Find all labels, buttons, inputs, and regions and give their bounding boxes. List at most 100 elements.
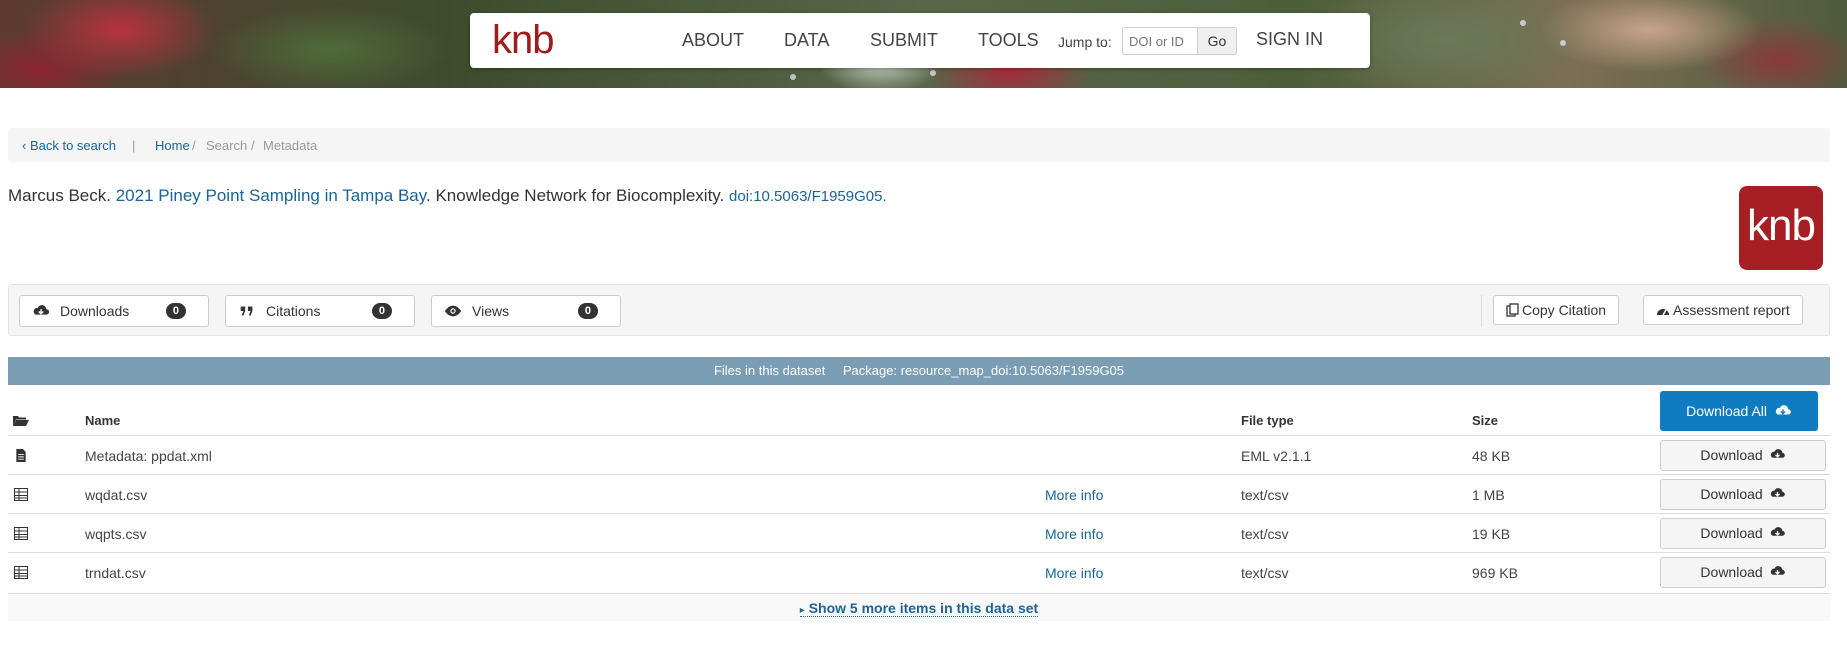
nav-about[interactable]: ABOUT [682,30,744,51]
download-label: Download [1700,564,1763,580]
table-icon [14,566,28,579]
download-label: Download [1700,447,1763,463]
file-name[interactable]: wqdat.csv [85,487,147,503]
copy-icon [1506,303,1519,317]
file-type: EML v2.1.1 [1241,448,1312,464]
views-label: Views [472,303,510,319]
breadcrumb-search[interactable]: Search [206,138,247,153]
citation-text: Marcus Beck. 2021 Piney Point Sampling i… [8,186,887,206]
banner-texture [790,74,796,80]
knb-badge-logo: knb [1739,186,1823,270]
table-row: wqdat.csv More info text/csv 1 MB Downlo… [8,474,1830,513]
file-name[interactable]: wqpts.csv [85,526,146,542]
caret-right-icon: ▸ [799,605,805,616]
column-header-name: Name [85,413,121,428]
dashboard-gauge-icon [1657,309,1669,316]
quote-icon [240,306,253,316]
copy-citation-label: Copy Citation [1522,302,1607,318]
banner-texture [1520,20,1526,26]
citations-label: Citations [266,303,321,319]
file-name[interactable]: trndat.csv [85,565,146,581]
toolbar-divider [1481,295,1482,327]
download-all-label: Download All [1686,403,1768,419]
nav-submit[interactable]: SUBMIT [870,30,938,51]
more-info-link[interactable]: More info [1045,487,1103,503]
folder-open-icon [13,416,29,426]
file-name[interactable]: Metadata: ppdat.xml [85,448,212,464]
cloud-download-icon [1770,449,1785,458]
breadcrumb-home[interactable]: Home [155,138,190,153]
cloud-download-icon [33,305,50,315]
file-size: 48 KB [1472,448,1511,464]
table-row: trndat.csv More info text/csv 969 KB Dow… [8,552,1830,591]
download-button[interactable]: Download [1660,479,1826,510]
cloud-download-icon [1775,405,1791,415]
knb-logo[interactable]: knb [492,18,554,63]
cloud-download-icon [1770,488,1785,497]
assessment-report-button[interactable]: Assessment report [1643,295,1803,325]
nav-tools[interactable]: TOOLS [978,30,1039,51]
show-more-label: Show 5 more items in this data set [808,600,1039,616]
breadcrumb-current: Metadata [263,138,318,153]
more-info-link[interactable]: More info [1045,565,1103,581]
table-icon [14,488,28,501]
assessment-report-label: Assessment report [1673,302,1790,318]
document-icon [16,449,26,462]
metrics-toolbar: Downloads 0 Citations 0 Views 0 Copy Cit… [8,284,1830,336]
citation-author: Marcus Beck. [8,186,111,205]
eye-icon [444,305,462,317]
file-size: 1 MB [1472,487,1505,503]
citation-publisher: . Knowledge Network for Biocomplexity. [426,186,725,205]
file-type: text/csv [1241,565,1289,581]
files-header-title: Files in this dataset [713,363,826,378]
download-button[interactable]: Download [1660,440,1826,471]
table-icon [14,527,28,540]
download-button[interactable]: Download [1660,518,1826,549]
breadcrumb: ‹ Back to search | Home / Search / Metad… [8,128,1830,162]
copy-citation-button[interactable]: Copy Citation [1493,295,1620,325]
views-count-badge: 0 [577,303,598,319]
cloud-download-icon [1770,566,1785,575]
table-row: wqpts.csv More info text/csv 19 KB Downl… [8,513,1830,552]
sign-in-link[interactable]: SIGN IN [1256,29,1323,50]
citation-period: . [882,188,887,205]
chevron-left-icon: ‹ [22,138,27,153]
column-header-size: Size [1472,413,1499,428]
back-to-search-label: Back to search [29,138,116,153]
nav-data[interactable]: DATA [784,30,829,51]
banner-texture [930,70,936,76]
citations-count-badge: 0 [371,303,392,319]
file-type: text/csv [1241,487,1289,503]
column-header-file-type: File type [1241,413,1294,428]
download-label: Download [1700,525,1763,541]
show-more-row: ▸ Show 5 more items in this data set [8,593,1830,621]
downloads-label: Downloads [60,303,130,319]
cloud-download-icon [1770,527,1785,536]
download-button[interactable]: Download [1660,557,1826,588]
downloads-count-badge: 0 [165,303,186,319]
top-navbar: knb ABOUT DATA SUBMIT TOOLS Jump to: Go … [470,13,1370,68]
breadcrumb-separator: | [132,138,136,153]
views-metric-button[interactable]: Views 0 [431,295,621,327]
download-all-button[interactable]: Download All [1660,391,1818,431]
citation-title-link[interactable]: 2021 Piney Point Sampling in Tampa Bay [116,186,426,205]
breadcrumb-slash: / [192,138,196,153]
file-size: 969 KB [1472,565,1518,581]
citations-metric-button[interactable]: Citations 0 [225,295,415,327]
back-to-search-link[interactable]: ‹ Back to search [22,138,116,153]
jump-to-input[interactable] [1122,27,1197,55]
more-info-link[interactable]: More info [1045,526,1103,542]
file-type: text/csv [1241,526,1289,542]
download-label: Download [1700,486,1763,502]
header-banner: knb ABOUT DATA SUBMIT TOOLS Jump to: Go … [0,0,1847,88]
file-size: 19 KB [1472,526,1511,542]
downloads-metric-button[interactable]: Downloads 0 [19,295,209,327]
breadcrumb-slash: / [251,138,255,153]
table-row: Metadata: ppdat.xml EML v2.1.1 48 KB Dow… [8,435,1830,474]
show-more-link[interactable]: ▸ Show 5 more items in this data set [799,600,1039,617]
jump-to-label: Jump to: [1058,34,1112,50]
files-table-header: Files in this dataset Package: resource_… [8,357,1830,385]
banner-texture [1560,40,1566,46]
jump-go-button[interactable]: Go [1197,27,1237,55]
citation-doi-link[interactable]: doi:10.5063/F1959G05 [729,188,882,205]
